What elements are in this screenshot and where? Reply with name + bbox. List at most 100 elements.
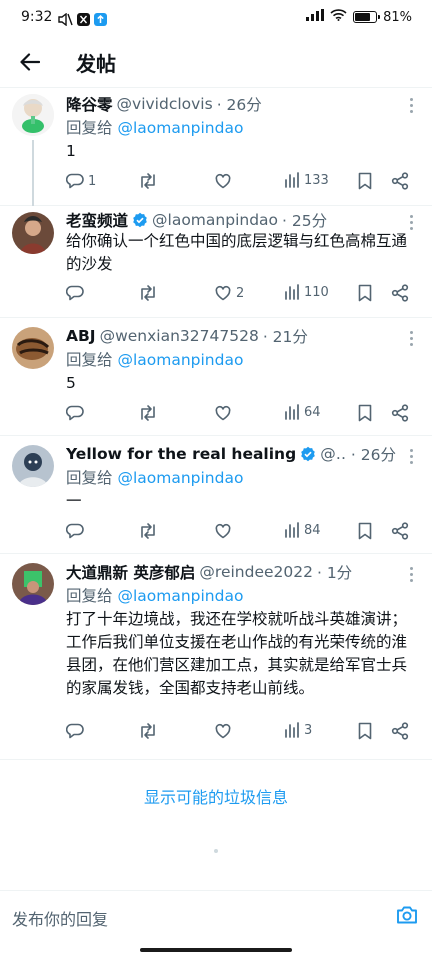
reply-button[interactable] bbox=[66, 722, 88, 740]
heart-icon bbox=[215, 173, 231, 189]
show-spam-link[interactable]: 显示可能的垃圾信息 bbox=[0, 784, 432, 808]
repost-button[interactable] bbox=[138, 722, 162, 740]
thread-line bbox=[32, 140, 34, 206]
reply-input[interactable]: 发布你的回复 bbox=[12, 906, 108, 930]
reply-button[interactable] bbox=[66, 522, 88, 540]
repost-button[interactable] bbox=[138, 284, 162, 302]
tweet[interactable]: ABJ @wenxian32747528 · 21分 回复给 @laomanpi… bbox=[0, 318, 432, 436]
repost-button[interactable] bbox=[138, 404, 162, 422]
tweet-actions: 64 bbox=[66, 404, 412, 428]
more-options-icon[interactable] bbox=[406, 215, 416, 230]
avatar[interactable] bbox=[12, 212, 54, 254]
like-button[interactable]: 2 bbox=[214, 284, 244, 302]
status-time: 9:32 bbox=[21, 9, 53, 25]
system-status-icons: 81% bbox=[306, 9, 412, 25]
repost-icon bbox=[141, 405, 155, 421]
wifi-icon bbox=[330, 9, 347, 25]
battery-level bbox=[355, 13, 371, 21]
repost-button[interactable] bbox=[138, 522, 162, 540]
verified-badge-icon bbox=[300, 446, 316, 462]
comment-icon bbox=[66, 285, 84, 301]
avatar[interactable] bbox=[12, 94, 54, 136]
comment-icon bbox=[66, 523, 84, 539]
more-options-icon[interactable] bbox=[406, 567, 416, 582]
repost-button[interactable] bbox=[138, 172, 162, 190]
like-button[interactable] bbox=[214, 722, 236, 740]
author-name[interactable]: 老蛮频道 bbox=[66, 209, 128, 231]
tweet-actions: 3 bbox=[66, 722, 412, 746]
bar-chart-icon bbox=[285, 722, 299, 738]
avatar[interactable] bbox=[12, 445, 54, 487]
more-options-icon[interactable] bbox=[406, 449, 416, 464]
signal-icon bbox=[306, 9, 325, 25]
reply-to-mention[interactable]: @laomanpindao bbox=[117, 119, 243, 137]
author-handle[interactable]: @Tc... bbox=[320, 445, 347, 463]
views-button[interactable]: 133 bbox=[284, 172, 329, 188]
reply-button[interactable]: 1 bbox=[66, 172, 96, 190]
bookmark-button[interactable] bbox=[357, 722, 373, 740]
tweet-header: Yellow for the real healing @Tc... · 26分 bbox=[66, 443, 396, 465]
home-indicator[interactable] bbox=[140, 948, 292, 952]
tweet-actions: 2 110 bbox=[66, 284, 412, 308]
author-name[interactable]: ABJ bbox=[66, 327, 96, 345]
like-button[interactable] bbox=[214, 522, 236, 540]
like-button[interactable] bbox=[214, 172, 236, 190]
reply-to: 回复给 @laomanpindao bbox=[66, 116, 243, 138]
tweet-header: ABJ @wenxian32747528 · 21分 bbox=[66, 325, 396, 347]
views-button[interactable]: 64 bbox=[284, 404, 321, 420]
author-handle[interactable]: @laomanpindao bbox=[152, 211, 278, 229]
share-button[interactable] bbox=[391, 284, 409, 302]
status-bar: 9:32 81% bbox=[0, 0, 432, 36]
reply-to-mention[interactable]: @laomanpindao bbox=[117, 587, 243, 605]
tweet-time: · 26分 bbox=[350, 446, 396, 464]
avatar[interactable] bbox=[12, 327, 54, 369]
views-button[interactable]: 110 bbox=[284, 284, 329, 300]
bookmark-button[interactable] bbox=[357, 522, 373, 540]
like-button[interactable] bbox=[214, 404, 236, 422]
author-name[interactable]: 大道鼎新 英彦郁启 bbox=[66, 561, 195, 583]
reply-button[interactable] bbox=[66, 404, 88, 422]
heart-icon bbox=[215, 723, 231, 739]
tweet[interactable]: 大道鼎新 英彦郁启 @reindee2022 · 1分 回复给 @laomanp… bbox=[0, 554, 432, 760]
heart-icon bbox=[215, 405, 231, 421]
tweet[interactable]: Yellow for the real healing @Tc... · 26分… bbox=[0, 436, 432, 554]
verified-badge-icon bbox=[132, 212, 148, 228]
reply-button[interactable] bbox=[66, 284, 88, 302]
share-button[interactable] bbox=[391, 522, 409, 540]
author-name[interactable]: 降谷零 bbox=[66, 93, 113, 115]
avatar[interactable] bbox=[12, 563, 54, 605]
bookmark-button[interactable] bbox=[357, 284, 373, 302]
share-icon bbox=[391, 522, 409, 540]
repost-icon bbox=[141, 285, 155, 301]
tweet-time: · 25分 bbox=[282, 212, 328, 230]
camera-icon bbox=[397, 906, 417, 924]
tweet[interactable]: 降谷零 @vividclovis · 26分 回复给 @laomanpindao… bbox=[0, 88, 432, 206]
share-button[interactable] bbox=[391, 722, 409, 740]
share-button[interactable] bbox=[391, 172, 409, 190]
author-name[interactable]: Yellow for the real healing bbox=[66, 445, 296, 463]
back-button[interactable] bbox=[14, 46, 46, 78]
author-handle[interactable]: @reindee2022 bbox=[199, 563, 313, 581]
views-button[interactable]: 84 bbox=[284, 522, 321, 538]
reply-to-mention[interactable]: @laomanpindao bbox=[117, 469, 243, 487]
reply-to-mention[interactable]: @laomanpindao bbox=[117, 351, 243, 369]
share-icon bbox=[391, 722, 409, 740]
upload-app-icon bbox=[94, 11, 107, 30]
tweet-time: · 21分 bbox=[262, 328, 308, 346]
bar-chart-icon bbox=[285, 404, 299, 420]
views-button[interactable]: 3 bbox=[284, 722, 312, 738]
author-handle[interactable]: @vividclovis bbox=[117, 95, 213, 113]
author-handle[interactable]: @wenxian32747528 bbox=[100, 327, 259, 345]
tweet[interactable]: 老蛮频道 @laomanpindao · 25分 给你确认一个红色中国的底层逻辑… bbox=[0, 206, 432, 318]
camera-button[interactable] bbox=[396, 905, 418, 929]
like-count: 2 bbox=[236, 285, 245, 301]
reply-composer: 发布你的回复 bbox=[0, 890, 432, 942]
bookmark-button[interactable] bbox=[357, 172, 373, 190]
bookmark-button[interactable] bbox=[357, 404, 373, 422]
mute-icon bbox=[58, 11, 73, 30]
more-options-icon[interactable] bbox=[406, 98, 416, 113]
tweet-header: 大道鼎新 英彦郁启 @reindee2022 · 1分 bbox=[66, 561, 396, 583]
share-button[interactable] bbox=[391, 404, 409, 422]
tweet-text: 打了十年边境战，我还在学校就听战斗英雄演讲； 工作后我们单位支援在老山作战的有光… bbox=[66, 610, 408, 697]
more-options-icon[interactable] bbox=[406, 331, 416, 346]
